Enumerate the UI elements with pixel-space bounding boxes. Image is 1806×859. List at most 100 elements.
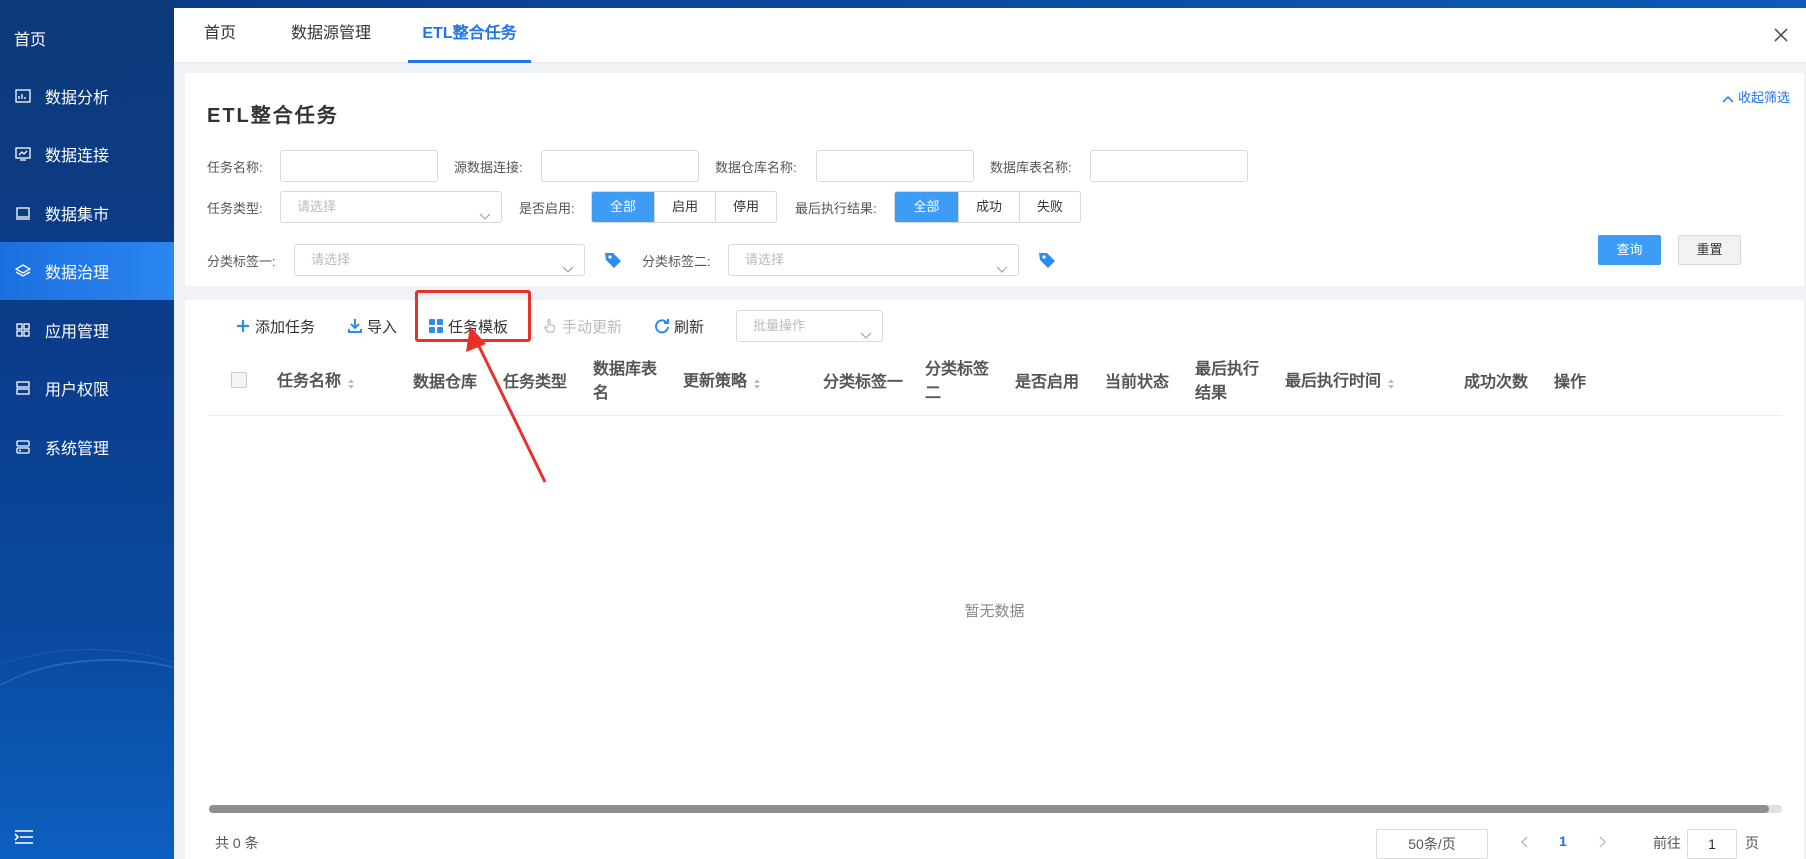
sidebar-item-label: 数据分析	[45, 90, 110, 107]
query-button[interactable]: 查询	[1598, 235, 1661, 265]
tag2-label: 分类标签二:	[642, 254, 711, 269]
source-connection-input[interactable]	[541, 150, 699, 182]
tag-icon[interactable]	[1037, 250, 1057, 270]
grid-icon	[14, 321, 32, 339]
tab-datasource-management[interactable]: 数据源管理	[291, 8, 371, 63]
column-header-warehouse: 数据仓库	[413, 374, 478, 391]
sidebar-item-label: 应用管理	[45, 324, 110, 341]
last-result-option-success[interactable]: 成功	[958, 192, 1019, 222]
warehouse-name-label: 数据仓库名称:	[715, 160, 797, 175]
next-page-icon[interactable]	[1595, 835, 1609, 849]
current-page[interactable]: 1	[1559, 833, 1567, 849]
import-label: 导入	[367, 318, 398, 336]
tab-etl-tasks[interactable]: ETL整合任务	[408, 8, 531, 63]
sidebar-item-label: 数据连接	[45, 148, 110, 165]
manual-update-label: 手动更新	[562, 318, 623, 336]
close-icon[interactable]	[1772, 26, 1790, 44]
annotation-highlight-box	[415, 290, 531, 342]
sidebar-item-data-governance[interactable]: 数据治理	[0, 242, 174, 300]
batch-operation-select[interactable]: 批量操作	[736, 310, 883, 342]
add-task-button[interactable]: 添加任务	[235, 314, 315, 338]
sidebar-item-label: 用户权限	[45, 382, 110, 399]
column-header-enabled: 是否启用	[1015, 374, 1080, 391]
column-header-success-count: 成功次数	[1464, 374, 1529, 391]
sidebar-item-user-permissions[interactable]: 用户权限	[0, 359, 174, 417]
task-type-label: 任务类型:	[207, 201, 263, 216]
refresh-label: 刷新	[674, 318, 705, 336]
select-all-checkbox[interactable]	[231, 372, 247, 388]
column-header-update-strategy[interactable]: 更新策略	[683, 370, 761, 394]
total-count: 共 0 条	[215, 835, 259, 851]
goto-page-input[interactable]: 1	[1687, 829, 1737, 859]
column-header-tag2: 分类标签 二	[925, 361, 990, 402]
sidebar-item-data-connection[interactable]: 数据连接	[0, 125, 174, 183]
header-divider	[209, 415, 1782, 416]
column-header-last-exec-time[interactable]: 最后执行时间	[1285, 370, 1395, 394]
enabled-option-all[interactable]: 全部	[592, 192, 654, 222]
scrollbar-thumb[interactable]	[209, 805, 1769, 813]
last-result-option-fail[interactable]: 失败	[1019, 192, 1080, 222]
task-type-placeholder: 请选择	[297, 199, 337, 214]
tag2-placeholder: 请选择	[745, 252, 785, 267]
chevron-down-icon	[479, 202, 491, 220]
horizontal-scrollbar[interactable]	[209, 805, 1782, 813]
table-name-label: 数据库表名称:	[990, 160, 1072, 175]
source-connection-label: 源数据连接:	[454, 160, 523, 175]
collapse-filter-link[interactable]: 收起筛选	[1722, 87, 1790, 106]
column-header-current-status: 当前状态	[1105, 374, 1170, 391]
task-name-label: 任务名称:	[207, 160, 263, 175]
sort-icon[interactable]	[347, 375, 355, 389]
manual-update-button[interactable]: 手动更新	[542, 314, 622, 338]
refresh-icon	[654, 318, 670, 334]
top-band	[174, 0, 1806, 8]
last-result-option-all[interactable]: 全部	[895, 192, 958, 222]
sidebar-item-label: 数据集市	[45, 207, 110, 224]
sidebar-item-system-management[interactable]: 系统管理	[0, 418, 174, 476]
sidebar: 首页 数据分析 数据连接 数据集市 数据治理 应用管理 用户权限 系统管理	[0, 0, 174, 859]
sidebar-item-app-management[interactable]: 应用管理	[0, 301, 174, 359]
last-result-label: 最后执行结果:	[795, 201, 877, 216]
sidebar-item-label: 数据治理	[45, 265, 110, 282]
prev-page-icon[interactable]	[1518, 835, 1532, 849]
collapse-filter-label: 收起筛选	[1737, 90, 1790, 105]
tag1-select[interactable]: 请选择	[294, 244, 585, 276]
column-label: 最后执行时间	[1285, 373, 1382, 390]
page-word-label: 页	[1745, 835, 1759, 851]
enabled-label: 是否启用:	[519, 201, 575, 216]
task-type-select[interactable]: 请选择	[280, 191, 502, 223]
sidebar-item-data-mart[interactable]: 数据集市	[0, 184, 174, 242]
last-result-segmented: 全部 成功 失败	[894, 191, 1081, 223]
plus-icon	[235, 318, 251, 334]
sidebar-item-label: 系统管理	[45, 441, 110, 458]
import-button[interactable]: 导入	[347, 314, 397, 338]
add-task-label: 添加任务	[255, 318, 316, 336]
tag2-select[interactable]: 请选择	[728, 244, 1019, 276]
monitor-link-icon	[14, 145, 32, 163]
sort-icon[interactable]	[1387, 375, 1395, 389]
column-header-actions: 操作	[1554, 374, 1587, 391]
refresh-button[interactable]: 刷新	[654, 314, 704, 338]
layers-icon	[14, 262, 32, 280]
column-header-task-type: 任务类型	[503, 374, 568, 391]
table-name-input[interactable]	[1090, 150, 1248, 182]
sidebar-home[interactable]: 首页	[14, 26, 46, 50]
batch-operation-placeholder: 批量操作	[753, 318, 806, 333]
column-label: 更新策略	[683, 373, 748, 390]
column-header-task-name[interactable]: 任务名称	[277, 370, 355, 394]
hand-pointer-icon	[542, 318, 558, 334]
column-header-table-name: 数据库表 名	[593, 361, 658, 402]
menu-collapse-icon[interactable]	[14, 829, 34, 845]
reset-button[interactable]: 重置	[1678, 235, 1741, 265]
enabled-option-off[interactable]: 停用	[715, 192, 776, 222]
warehouse-name-input[interactable]	[816, 150, 974, 182]
tab-home[interactable]: 首页	[204, 8, 236, 63]
sidebar-item-data-analysis[interactable]: 数据分析	[0, 67, 174, 125]
task-name-input[interactable]	[280, 150, 438, 182]
sort-icon[interactable]	[753, 375, 761, 389]
chart-icon	[14, 87, 32, 105]
enabled-option-on[interactable]: 启用	[654, 192, 715, 222]
tag-icon[interactable]	[603, 250, 623, 270]
column-label: 任务名称	[277, 373, 342, 390]
page-size-select[interactable]: 50条/页	[1376, 829, 1488, 859]
settings-panel-icon	[14, 438, 32, 456]
